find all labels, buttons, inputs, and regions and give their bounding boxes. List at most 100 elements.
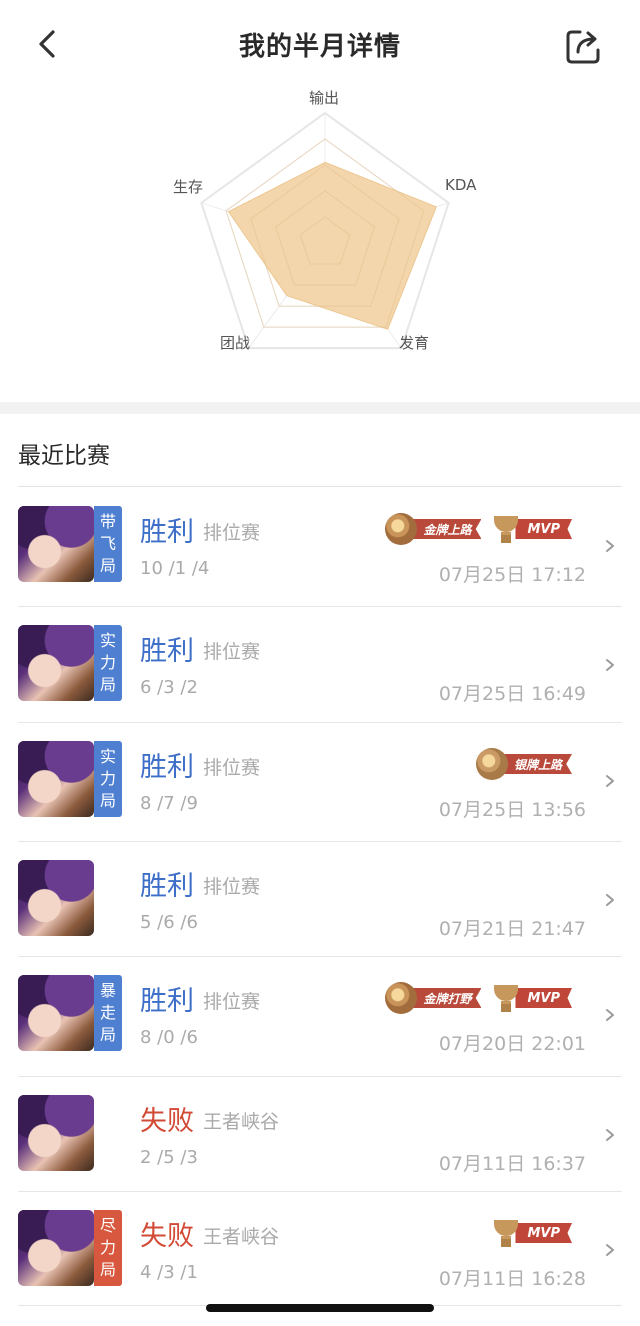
- match-tag-char: 局: [99, 675, 116, 694]
- match-row[interactable]: 实力局胜利 排位赛 6 /3 /2 07月25日 16:49: [18, 607, 622, 723]
- header: 我的半月详情: [0, 0, 640, 90]
- match-mode: 排位赛: [203, 991, 261, 1013]
- chevron-right-icon[interactable]: [604, 538, 616, 554]
- hero-portrait: [18, 975, 94, 1051]
- match-tag-char: 暴: [99, 981, 116, 1000]
- match-kda: 8 /7 /9: [140, 793, 198, 814]
- match-result: 胜利: [140, 986, 194, 1017]
- radar-label-output: 输出: [309, 89, 340, 107]
- match-tag: 实力局: [94, 625, 122, 701]
- match-mode: 排位赛: [203, 876, 261, 898]
- match-tag-char: 局: [99, 556, 116, 575]
- match-mode: 排位赛: [203, 757, 261, 779]
- radar-label-survival: 生存: [173, 178, 204, 196]
- match-row[interactable]: 带飞局胜利 排位赛 10 /1 /4 07月25日 17:12 金牌上路 MVP: [18, 488, 622, 607]
- hero-avatar: [18, 860, 94, 936]
- page-title: 我的半月详情: [238, 32, 401, 62]
- hero-avatar: [18, 741, 94, 817]
- match-kda: 2 /5 /3: [140, 1147, 198, 1168]
- match-mode: 王者峡谷: [203, 1111, 280, 1133]
- mvp-label: MVP: [515, 1223, 572, 1243]
- share-button[interactable]: [562, 24, 606, 68]
- match-tag: 尽力局: [94, 1210, 122, 1286]
- match-mode: 王者峡谷: [203, 1226, 280, 1248]
- chevron-right-icon[interactable]: [604, 892, 616, 908]
- match-tag-char: 力: [99, 1238, 116, 1257]
- medal-label: 金牌上路: [409, 519, 482, 539]
- match-mode: 排位赛: [203, 522, 261, 544]
- chevron-right-icon[interactable]: [604, 1127, 616, 1143]
- match-time: 07月11日 16:28: [438, 1268, 586, 1290]
- hero-avatar: [18, 975, 94, 1051]
- match-tag: 暴走局: [94, 975, 122, 1051]
- home-indicator[interactable]: [206, 1304, 434, 1312]
- hero-avatar: [18, 625, 94, 701]
- hero-portrait: [18, 860, 94, 936]
- chevron-right-icon[interactable]: [604, 657, 616, 673]
- mvp-badge: MVP: [491, 512, 572, 546]
- chevron-right-icon[interactable]: [604, 1007, 616, 1023]
- match-badges: MVP: [491, 1216, 572, 1250]
- match-tag-char: 局: [99, 791, 116, 810]
- match-time: 07月25日 16:49: [438, 683, 586, 705]
- radar-chart: 输出 KDA 发育 团战 生存: [170, 80, 480, 370]
- radar-label-kda: KDA: [445, 176, 477, 194]
- hero-portrait: [18, 506, 94, 582]
- mvp-badge: MVP: [491, 981, 572, 1015]
- radar-svg: [200, 111, 450, 350]
- silver-medal-badge: 银牌上路: [475, 747, 572, 781]
- match-time: 07月20日 22:01: [438, 1033, 586, 1055]
- match-row[interactable]: 尽力局失败 王者峡谷 4 /3 /1 07月11日 16:28 MVP: [18, 1192, 622, 1306]
- hero-portrait: [18, 1210, 94, 1286]
- match-kda: 6 /3 /2: [140, 677, 198, 698]
- match-badges: 金牌上路 MVP: [385, 512, 572, 546]
- medal-icon: [385, 513, 418, 545]
- hero-portrait: [18, 741, 94, 817]
- match-kda: 8 /0 /6: [140, 1027, 198, 1048]
- medal-label: 银牌上路: [499, 754, 572, 774]
- match-badges: 银牌上路: [475, 747, 572, 781]
- match-tag-char: 尽: [99, 1216, 116, 1235]
- match-tag-char: 实: [99, 631, 116, 650]
- mvp-badge: MVP: [491, 1216, 572, 1250]
- hero-portrait: [18, 625, 94, 701]
- chevron-right-icon[interactable]: [604, 1242, 616, 1258]
- trophy-icon: [491, 1218, 521, 1248]
- medal-icon: [385, 982, 418, 1014]
- match-time: 07月25日 13:56: [438, 799, 586, 821]
- match-row[interactable]: 胜利 排位赛 5 /6 /6 07月21日 21:47: [18, 842, 622, 957]
- match-tag: 实力局: [94, 741, 122, 817]
- hero-avatar: [18, 1210, 94, 1286]
- match-tag-char: 局: [99, 1260, 116, 1279]
- match-kda: 4 /3 /1: [140, 1262, 198, 1283]
- radar-label-teamfight: 团战: [220, 334, 251, 352]
- hero-avatar: [18, 1095, 94, 1171]
- match-time: 07月25日 17:12: [438, 564, 586, 586]
- match-tag-char: 力: [99, 769, 116, 788]
- match-row[interactable]: 失败 王者峡谷 2 /5 /3 07月11日 16:37: [18, 1077, 622, 1192]
- recent-matches-title: 最近比赛: [18, 443, 110, 469]
- mvp-label: MVP: [515, 988, 572, 1008]
- match-result: 失败: [140, 1221, 194, 1252]
- match-tag-char: 飞: [99, 534, 116, 553]
- radar-label-growth: 发育: [399, 334, 430, 352]
- match-tag-char: 走: [99, 1003, 116, 1022]
- match-kda: 5 /6 /6: [140, 912, 198, 933]
- match-tag: 带飞局: [94, 506, 122, 582]
- match-row[interactable]: 暴走局胜利 排位赛 8 /0 /6 07月20日 22:01 金牌打野 MVP: [18, 957, 622, 1077]
- match-tag-char: 力: [99, 653, 116, 672]
- section-divider: [0, 402, 640, 414]
- hero-portrait: [18, 1095, 94, 1171]
- gold-medal-badge: 金牌上路: [385, 512, 482, 546]
- match-tag-char: 带: [99, 512, 116, 531]
- match-result: 胜利: [140, 752, 194, 783]
- match-time: 07月21日 21:47: [438, 918, 586, 940]
- gold-medal-badge: 金牌打野: [385, 981, 482, 1015]
- trophy-icon: [491, 983, 521, 1013]
- match-row[interactable]: 实力局胜利 排位赛 8 /7 /9 07月25日 13:56 银牌上路: [18, 723, 622, 842]
- section-line: [18, 486, 622, 487]
- match-result: 胜利: [140, 871, 194, 902]
- chevron-right-icon[interactable]: [604, 773, 616, 789]
- match-result: 失败: [140, 1106, 194, 1137]
- match-result: 胜利: [140, 636, 194, 667]
